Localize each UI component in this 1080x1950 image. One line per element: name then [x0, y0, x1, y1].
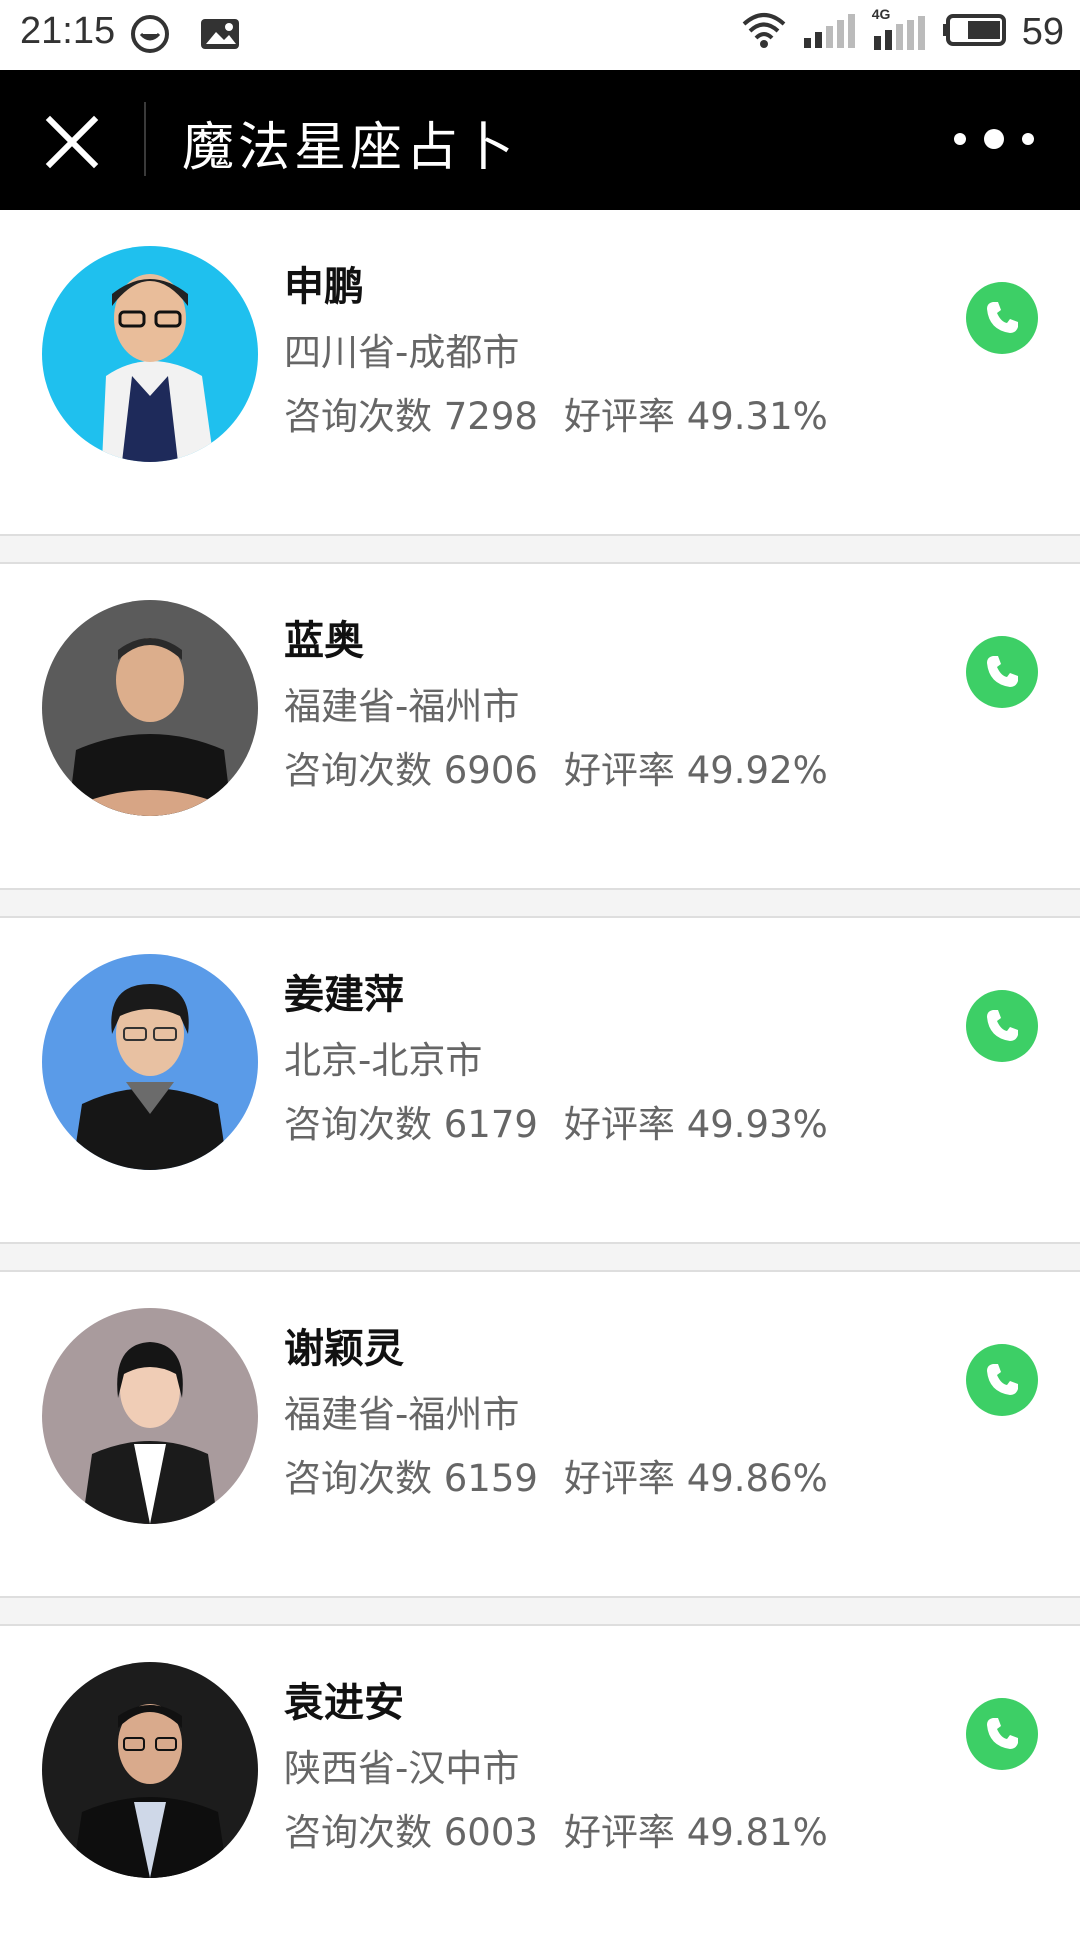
phone-icon	[987, 656, 1018, 687]
title-bar: 魔法星座占卜	[0, 70, 1080, 210]
list-separator	[0, 536, 1080, 564]
more-options-button[interactable]	[944, 114, 1044, 164]
list-separator	[0, 890, 1080, 918]
advisor-name: 姜建萍	[284, 972, 404, 1018]
consult-label: 咨询次数	[284, 1103, 432, 1146]
list-item[interactable]: 申鹏 四川省-成都市 咨询次数 7298 好评率 49.31%	[0, 210, 1080, 536]
advisor-location: 福建省-福州市	[284, 1393, 520, 1436]
rating-label: 好评率	[563, 1103, 675, 1146]
consult-count: 6179	[443, 1103, 538, 1146]
list-separator	[0, 1244, 1080, 1272]
battery-level: 59	[1021, 10, 1064, 53]
rating-value: 49.92%	[686, 749, 828, 792]
advisor-name: 谢颖灵	[284, 1326, 404, 1372]
consult-label: 咨询次数	[284, 395, 432, 438]
rating-label: 好评率	[563, 1457, 675, 1500]
page-title: 魔法星座占卜	[182, 118, 519, 178]
advisor-name: 蓝奥	[284, 618, 364, 664]
avatar	[42, 1308, 258, 1524]
consult-label: 咨询次数	[284, 1811, 432, 1854]
smiley-icon	[130, 14, 170, 58]
advisor-location: 福建省-福州市	[284, 685, 520, 728]
phone-icon	[987, 1718, 1018, 1749]
call-button[interactable]	[966, 282, 1038, 354]
consult-label: 咨询次数	[284, 749, 432, 792]
title-divider	[144, 102, 146, 176]
phone-icon	[987, 1364, 1018, 1395]
call-button[interactable]	[966, 636, 1038, 708]
consult-count: 6159	[443, 1457, 538, 1500]
call-button[interactable]	[966, 1344, 1038, 1416]
avatar	[42, 1662, 258, 1878]
list-item[interactable]: 袁进安 陕西省-汉中市 咨询次数 6003 好评率 49.81%	[0, 1626, 1080, 1950]
advisor-name: 袁进安	[284, 1680, 404, 1726]
advisor-list: 申鹏 四川省-成都市 咨询次数 7298 好评率 49.31% 蓝奥 福建省-福州…	[0, 210, 1080, 1950]
wifi-icon	[740, 10, 788, 54]
more-icon	[954, 129, 1034, 149]
advisor-stats: 咨询次数 7298 好评率 49.31%	[284, 386, 828, 440]
rating-label: 好评率	[563, 1811, 675, 1854]
phone-icon	[987, 302, 1018, 333]
avatar	[42, 600, 258, 816]
avatar	[42, 246, 258, 462]
gallery-icon	[198, 14, 242, 58]
consult-count: 6003	[443, 1811, 538, 1854]
list-item[interactable]: 蓝奥 福建省-福州市 咨询次数 6906 好评率 49.92%	[0, 564, 1080, 890]
rating-value: 49.31%	[686, 395, 828, 438]
close-button[interactable]	[30, 100, 114, 184]
signal-4g-icon: 4G	[872, 6, 928, 52]
call-button[interactable]	[966, 1698, 1038, 1770]
battery-icon	[942, 10, 1008, 54]
list-separator	[0, 1598, 1080, 1626]
signal-icon	[802, 10, 858, 54]
phone-icon	[987, 1010, 1018, 1041]
list-item[interactable]: 谢颖灵 福建省-福州市 咨询次数 6159 好评率 49.86%	[0, 1272, 1080, 1598]
rating-label: 好评率	[563, 749, 675, 792]
consult-count: 6906	[443, 749, 538, 792]
rating-label: 好评率	[563, 395, 675, 438]
rating-value: 49.86%	[686, 1457, 828, 1500]
call-button[interactable]	[966, 990, 1038, 1062]
advisor-stats: 咨询次数 6906 好评率 49.92%	[284, 740, 828, 794]
rating-value: 49.93%	[686, 1103, 828, 1146]
status-time: 21:15	[20, 10, 116, 52]
advisor-location: 陕西省-汉中市	[284, 1747, 520, 1790]
advisor-stats: 咨询次数 6179 好评率 49.93%	[284, 1094, 828, 1148]
rating-value: 49.81%	[686, 1811, 828, 1854]
consult-label: 咨询次数	[284, 1457, 432, 1500]
advisor-stats: 咨询次数 6159 好评率 49.86%	[284, 1448, 828, 1502]
avatar	[42, 954, 258, 1170]
advisor-location: 北京-北京市	[284, 1039, 483, 1082]
advisor-name: 申鹏	[284, 264, 364, 310]
status-bar: 21:15 4G 59	[0, 0, 1080, 70]
list-item[interactable]: 姜建萍 北京-北京市 咨询次数 6179 好评率 49.93%	[0, 918, 1080, 1244]
advisor-location: 四川省-成都市	[284, 331, 520, 374]
advisor-stats: 咨询次数 6003 好评率 49.81%	[284, 1802, 828, 1856]
consult-count: 7298	[443, 395, 538, 438]
close-icon	[45, 115, 99, 169]
